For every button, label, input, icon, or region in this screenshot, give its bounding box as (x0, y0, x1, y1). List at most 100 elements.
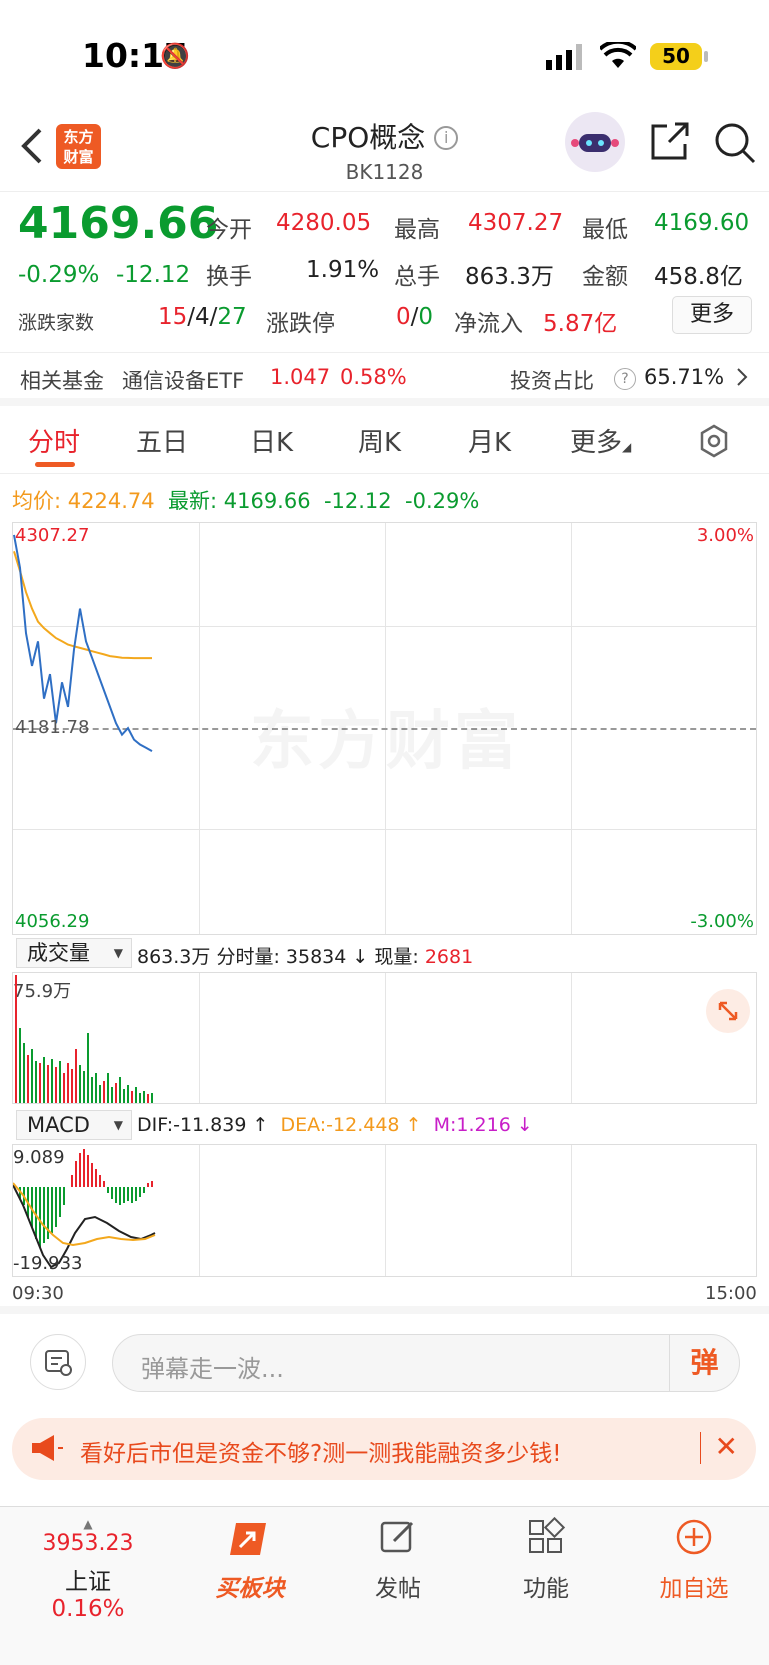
add-watchlist-button[interactable]: 加自选 (634, 1517, 754, 1603)
y-mid-label: 4181.78 (15, 717, 90, 738)
y-top-pct: 3.00% (696, 525, 754, 546)
settings-gear-icon[interactable] (697, 424, 731, 462)
tab-weekly-k[interactable]: 周K (358, 422, 401, 459)
buy-sector-icon (190, 1517, 310, 1569)
expand-icon[interactable] (706, 989, 750, 1033)
related-fund-row[interactable]: 相关基金 通信设备ETF 1.047 0.58% 投资占比 ? 65.71% (0, 352, 769, 406)
close-icon[interactable]: ✕ (715, 1430, 738, 1463)
tab-intraday[interactable]: 分时 (28, 422, 80, 459)
amount-label: 金额 (582, 264, 628, 290)
down-arrow-icon: ↓ (352, 946, 369, 968)
grid-icon (486, 1516, 606, 1569)
avg-value: 4224.74 (67, 489, 155, 513)
danmu-settings-icon[interactable] (30, 1334, 86, 1390)
turnover-value: 1.91% (306, 257, 380, 283)
amount-value: 458.8亿 (654, 264, 743, 290)
chevron-right-icon (735, 365, 749, 393)
share-icon[interactable] (647, 120, 691, 168)
tick-volume-label: 分时量: (216, 946, 280, 968)
functions-button[interactable]: 功能 (486, 1516, 606, 1603)
volume-bars (15, 975, 153, 1103)
battery-indicator: 50 (650, 43, 702, 70)
danmu-placeholder: 弹幕走一波... (141, 1355, 284, 1383)
macd-dif: DIF:-11.839 (137, 1114, 247, 1136)
latest-value: 4169.66 (223, 489, 311, 513)
macd-m: M:1.216 (433, 1114, 511, 1136)
danmu-row: 弹幕走一波... 弹 (0, 1306, 769, 1406)
signal-icon (546, 44, 586, 74)
volume-label: 总手 (394, 264, 440, 290)
tab-daily-k[interactable]: 日K (250, 422, 293, 459)
y-bottom-label: 4056.29 (15, 911, 90, 932)
index-name: 上证 (65, 1569, 111, 1595)
header: 东方 财富 CPO概念 i BK1128 (0, 110, 769, 192)
add-watchlist-label: 加自选 (659, 1576, 729, 1602)
high-value: 4307.27 (468, 210, 564, 236)
danmu-input[interactable]: 弹幕走一波... 弹 (112, 1334, 740, 1392)
wifi-icon (598, 39, 638, 74)
current-price: 4169.66 (18, 198, 219, 249)
breadth-values: 15/4/27 (158, 304, 247, 330)
fund-label: 相关基金 (20, 369, 104, 393)
chart-tabs: 分时 五日 日K 周K 月K 更多◢ (0, 410, 769, 474)
turnover-label: 换手 (206, 264, 252, 290)
help-icon[interactable]: ? (614, 368, 636, 390)
tab-monthly-k[interactable]: 月K (468, 422, 511, 459)
info-icon[interactable]: i (434, 126, 459, 150)
limit-up: 0 (396, 304, 411, 330)
open-value: 4280.05 (276, 210, 372, 236)
volume-selector[interactable]: 成交量 ▼ (16, 938, 132, 968)
more-button[interactable]: 更多 (672, 296, 752, 334)
latest-label: 最新: (167, 489, 218, 513)
time-end-label: 15:00 (705, 1283, 757, 1304)
index-pct: 0.16% (51, 1596, 125, 1622)
danmu-send-button[interactable]: 弹 (669, 1335, 739, 1391)
status-bar: 10:17 🔕 50 (0, 0, 769, 110)
high-label: 最高 (394, 217, 440, 243)
latest-pct: -0.29% (405, 489, 480, 513)
breadth-down: 27 (217, 304, 247, 330)
dropdown-arrow-icon: ▼ (113, 946, 123, 960)
tab-more-label: 更多 (570, 428, 623, 458)
latest-change: -12.12 (323, 489, 392, 513)
netflow-value: 5.87亿 (543, 311, 618, 337)
breadth-label: 涨跌家数 (18, 312, 95, 334)
macd-selector-label: MACD (27, 1113, 90, 1137)
post-button[interactable]: 发帖 (338, 1517, 458, 1603)
tab-five-day[interactable]: 五日 (136, 422, 188, 459)
buy-sector-button[interactable]: 买板块 (190, 1517, 310, 1603)
mute-icon: 🔕 (160, 42, 190, 70)
index-value: 3953.23 (42, 1531, 134, 1556)
y-bottom-pct: -3.00% (690, 911, 754, 932)
promo-divider (700, 1432, 701, 1464)
fund-name: 通信设备ETF (122, 369, 245, 393)
netflow-label: 净流入 (454, 311, 523, 337)
tick-volume: 35834 (285, 946, 347, 968)
breadth-flat: 4 (195, 304, 210, 330)
index-quote[interactable]: ▲ 3953.23 上证 0.16% (28, 1517, 148, 1622)
volume-total: 863.3万 (137, 946, 211, 968)
tab-underline (35, 462, 75, 467)
tab-more[interactable]: 更多◢ (570, 422, 631, 459)
macd-selector[interactable]: MACD ▼ (16, 1110, 132, 1140)
macd-info: DIF:-11.839 ↑ DEA:-12.448 ↑ M:1.216 ↓ (137, 1114, 533, 1136)
robot-assistant-icon[interactable] (565, 112, 625, 172)
ratio-value: 65.71% (644, 365, 725, 389)
low-value: 4169.60 (654, 210, 750, 236)
limit-label: 涨跌停 (266, 311, 335, 337)
promo-banner[interactable]: 看好后市但是资金不够?测一测我能融资多少钱! ✕ (12, 1418, 756, 1480)
volume-chart[interactable]: 75.9万 (12, 972, 757, 1104)
macd-dea: DEA:-12.448 (280, 1114, 400, 1136)
now-volume: 2681 (424, 946, 474, 968)
bottom-nav: ▲ 3953.23 上证 0.16% 买板块 发帖 功能 加自选 (0, 1506, 769, 1665)
macd-chart[interactable]: 9.089 -19.933 (12, 1144, 757, 1277)
watermark: 东方财富 (250, 690, 522, 782)
volume-selector-label: 成交量 (27, 941, 90, 965)
low-label: 最低 (582, 217, 628, 243)
dropdown-arrow-icon: ▼ (113, 1118, 123, 1132)
battery-cap (704, 51, 708, 62)
time-start-label: 09:30 (12, 1283, 64, 1304)
limit-values: 0/0 (396, 304, 434, 330)
search-icon[interactable] (712, 120, 758, 170)
plus-circle-icon (634, 1517, 754, 1569)
